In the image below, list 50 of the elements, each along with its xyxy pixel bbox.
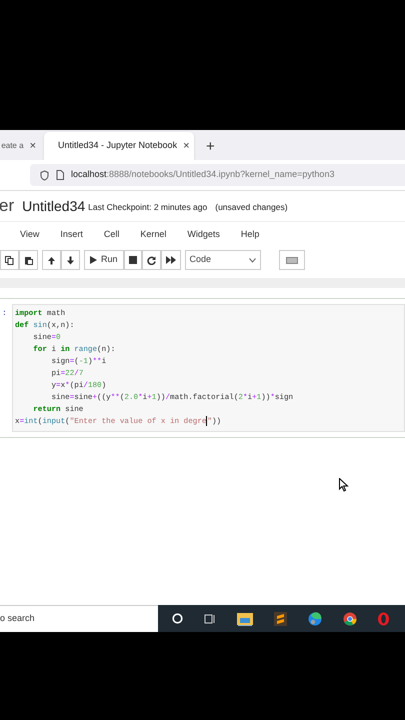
sublime-icon[interactable] [274,612,287,626]
edge-icon[interactable] [308,612,322,626]
notebook-title[interactable]: Untitled34 [22,196,86,216]
browser-tab[interactable]: Untitled34 - Jupyter Notebook × [44,132,194,160]
move-down-button[interactable] [61,250,80,270]
task-view-icon[interactable] [204,614,216,624]
menu-item[interactable]: Insert [58,228,85,242]
keyboard-icon [286,256,298,264]
menu-item[interactable]: Help [238,228,262,242]
cell-type-dropdown[interactable]: Code [184,250,261,270]
new-tab-button[interactable]: + [206,139,215,154]
menu-item[interactable]: Cell [102,228,122,242]
copy-button[interactable] [0,250,19,270]
stop-button[interactable] [124,250,142,270]
restart-button[interactable] [142,250,161,270]
page-icon [56,170,64,180]
restart-icon [146,256,156,264]
clipboard-icon [24,256,33,264]
keyboard-button[interactable] [278,250,305,270]
opera-icon[interactable] [377,612,390,626]
cell-prompt: : [1,308,8,320]
save-status: (unsaved changes) [215,200,288,214]
browser-tab[interactable]: eate a × [0,132,44,160]
run-button[interactable]: Run [84,250,124,270]
chrome-icon[interactable] [342,612,357,626]
stop-icon [128,256,137,264]
url-text: localhost:8888/notebooks/Untitled34.ipynb?kernel_name=python3 [71,168,334,182]
fast-forward-button[interactable] [160,250,181,270]
tab-title: eate a [1,140,24,152]
copy-icon [5,256,14,264]
fast-forward-icon [166,256,176,264]
circle-icon[interactable] [172,613,184,624]
up-arrow-icon [47,256,56,264]
tab-close-button[interactable]: × [30,140,36,152]
tab-close-button[interactable]: × [183,140,190,152]
checkpoint-text: Last Checkpoint: 2 minutes ago [88,200,208,214]
folder-icon[interactable] [237,612,254,626]
mouse-pointer-icon [339,478,349,492]
paste-button[interactable] [19,250,38,270]
play-icon [90,256,97,264]
chevron-down-icon [248,258,256,262]
menu-item[interactable]: Widgets [185,228,222,242]
tab-title: Untitled34 - Jupyter Notebook [58,139,178,152]
menu-item[interactable]: View [18,228,42,242]
jupyter-logo-text: er [0,195,14,218]
menu-item[interactable]: Kernel [138,228,168,242]
move-up-button[interactable] [42,250,61,270]
shield-icon [40,170,49,180]
address-bar[interactable]: localhost:8888/notebooks/Untitled34.ipynb?kernel_name=python3 [30,164,405,186]
down-arrow-icon [66,256,75,264]
